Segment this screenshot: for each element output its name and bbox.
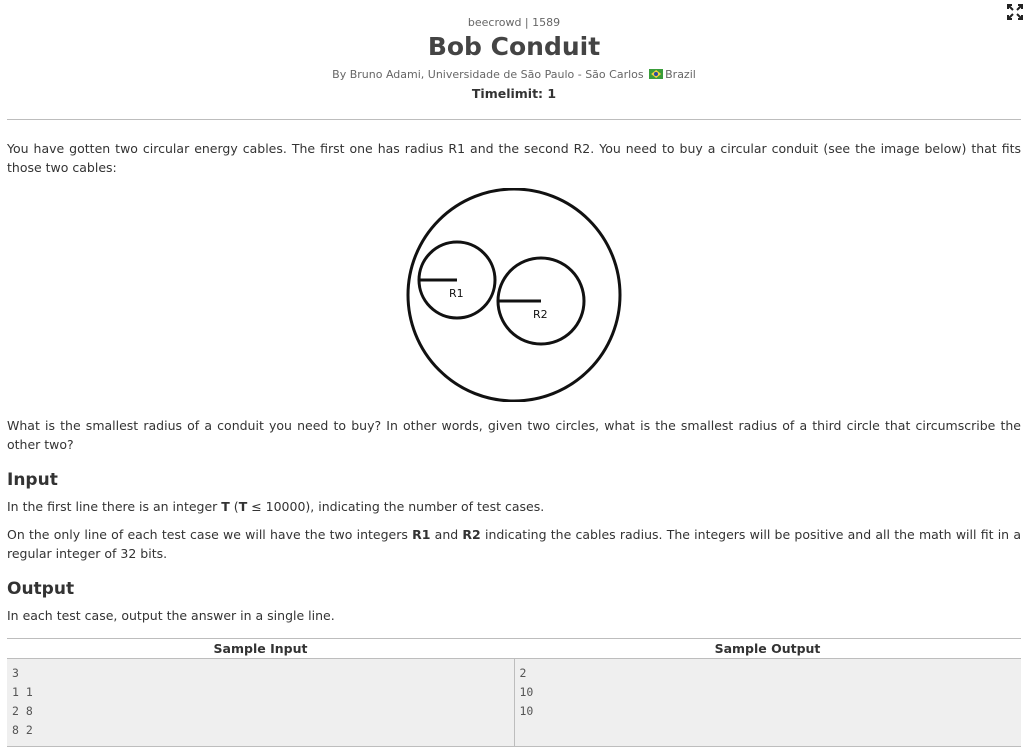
sample-output-cell[interactable]: 2 10 10 <box>514 658 1021 747</box>
input-heading: Input <box>7 470 58 490</box>
brazil-flag-icon <box>649 69 664 79</box>
header-divider <box>7 119 1021 120</box>
question-paragraph: What is the smallest radius of a conduit… <box>7 418 1021 452</box>
input-paragraph-1: In the first line there is an integer T … <box>7 497 1021 516</box>
output-paragraph: In each test case, output the answer in … <box>7 608 335 623</box>
input-var-t: T <box>221 499 230 514</box>
input-paragraph-2: On the only line of each test case we wi… <box>7 525 1021 563</box>
input-var-r1: R1 <box>412 527 431 542</box>
timelimit: Timelimit: 1 <box>471 86 557 101</box>
problem-page: beecrowd | 1589 Bob Conduit By Bruno Ada… <box>7 0 1021 747</box>
output-heading: Output <box>7 579 75 599</box>
author-text: By Bruno Adami, Universidade de São Paul… <box>332 68 644 81</box>
description-paragraph: You have gotten two circular energy cabl… <box>7 141 1021 175</box>
input-text: On the only line of each test case we wi… <box>7 527 413 542</box>
sample-input-cell[interactable]: 3 1 1 2 8 8 2 <box>7 658 515 747</box>
label-r2: R2 <box>533 308 548 321</box>
input-var-t: T <box>238 499 248 514</box>
samples-table: Sample Input Sample Output 3 1 1 2 8 8 2… <box>7 638 1021 747</box>
sample-input-header: Sample Input <box>7 638 514 659</box>
input-text: ≤ 10000), indicating the number of test … <box>247 499 545 514</box>
conduit-figure: R1 R2 <box>406 188 622 402</box>
conduit-circle <box>406 188 622 402</box>
problem-author: By Bruno Adami, Universidade de São Paul… <box>7 68 1021 82</box>
input-text: In the first line there is an integer <box>7 499 222 514</box>
sample-output-header: Sample Output <box>514 638 1021 659</box>
input-text: ( <box>229 499 239 514</box>
input-var-r2: R2 <box>462 527 481 542</box>
country-name: Brazil <box>665 68 696 81</box>
problem-title: Bob Conduit <box>427 32 601 61</box>
label-r1: R1 <box>449 287 464 300</box>
problem-header: beecrowd | 1589 Bob Conduit By Bruno Ada… <box>7 16 1021 102</box>
input-text: and <box>430 527 463 542</box>
problem-id: beecrowd | 1589 <box>467 16 561 29</box>
